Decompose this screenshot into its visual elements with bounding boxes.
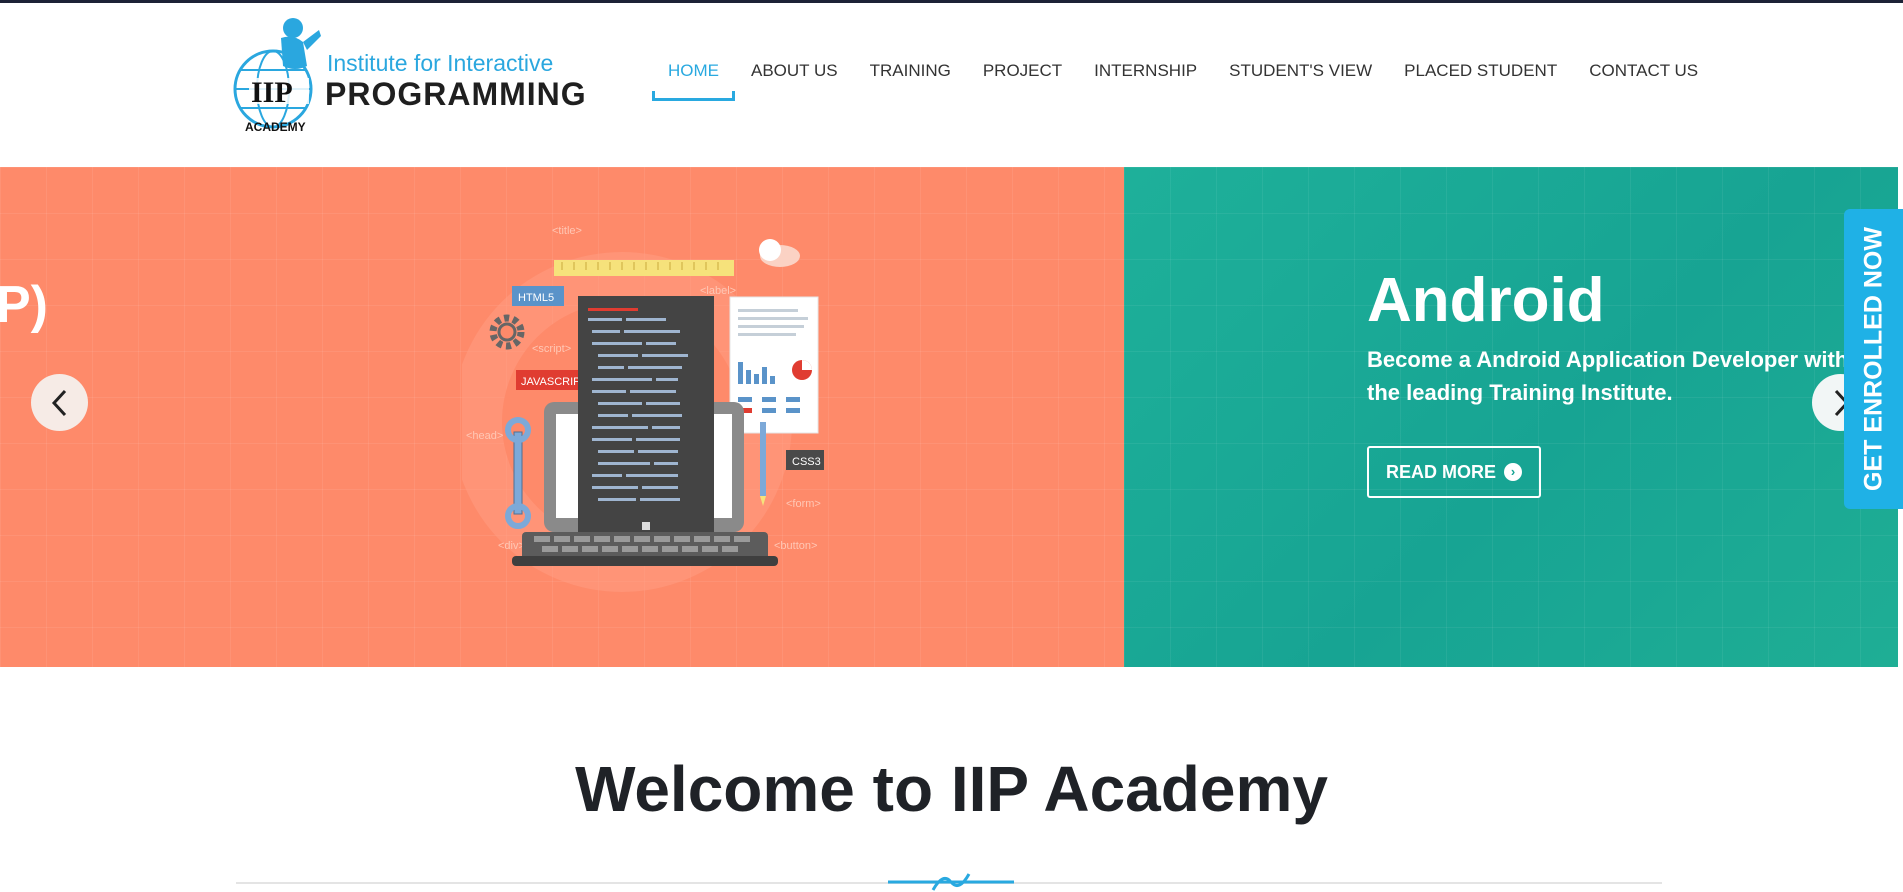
nav-placed-student[interactable]: PLACED STUDENT — [1388, 52, 1573, 101]
nav-contact-us[interactable]: CONTACT US — [1573, 52, 1714, 101]
svg-text:<button>: <button> — [774, 540, 817, 552]
slide-previous: P) <title> <label> <script> <head> <div>… — [0, 167, 1124, 667]
logo-tagline: Institute for Interactive — [327, 50, 554, 76]
svg-text:HTML5: HTML5 — [518, 292, 554, 304]
slide-title: Android — [1367, 266, 1605, 335]
nav-project[interactable]: PROJECT — [967, 52, 1078, 101]
main-nav: HOME ABOUT US TRAINING PROJECT INTERNSHI… — [652, 52, 1714, 102]
svg-text:<label>: <label> — [700, 285, 736, 297]
welcome-heading: Welcome to IIP Academy — [575, 753, 1328, 825]
svg-text:<title>: <title> — [552, 225, 582, 237]
svg-text:CSS3: CSS3 — [792, 456, 821, 468]
top-border — [0, 0, 1903, 3]
svg-text:<form>: <form> — [786, 498, 821, 510]
nav-training[interactable]: TRAINING — [854, 52, 967, 101]
svg-text:<script>: <script> — [532, 343, 571, 355]
read-more-button[interactable]: READ MORE › — [1367, 446, 1541, 498]
previous-slide-title: P) — [0, 276, 48, 334]
slide-android: Android Become a Android Application Dev… — [1124, 167, 1898, 667]
nav-home[interactable]: HOME — [652, 52, 735, 101]
slide-description: Become a Android Application Developer w… — [1367, 347, 1849, 405]
read-more-label: READ MORE — [1385, 461, 1496, 482]
site-logo[interactable]: IIP Institute for Interactive PROGRAMMIN… — [233, 16, 586, 138]
svg-text:<head>: <head> — [466, 430, 503, 442]
svg-text:JAVASCRIPT: JAVASCRIPT — [521, 376, 587, 388]
web-development-illustration: <title> <label> <script> <head> <div> <f… — [462, 225, 824, 592]
nav-internship[interactable]: INTERNSHIP — [1078, 52, 1213, 101]
chevron-left-icon — [51, 389, 66, 416]
svg-text:<div>: <div> — [498, 540, 525, 552]
get-enrolled-tab[interactable]: GET ENROLLED NOW — [1844, 209, 1903, 509]
logo-name: PROGRAMMING — [325, 76, 587, 112]
hero-slider: P) <title> <label> <script> <head> <div>… — [0, 167, 1898, 667]
divider-ornament-icon — [888, 873, 1014, 891]
svg-text:IIP: IIP — [251, 76, 293, 109]
nav-about-us[interactable]: ABOUT US — [735, 52, 854, 101]
logo-academy: ACADEMY — [245, 120, 306, 134]
nav-students-view[interactable]: STUDENT'S VIEW — [1213, 52, 1388, 101]
get-enrolled-label: GET ENROLLED NOW — [1859, 227, 1887, 491]
chevron-right-circle-icon: › — [1504, 463, 1522, 481]
slider-prev-button[interactable] — [31, 374, 88, 431]
